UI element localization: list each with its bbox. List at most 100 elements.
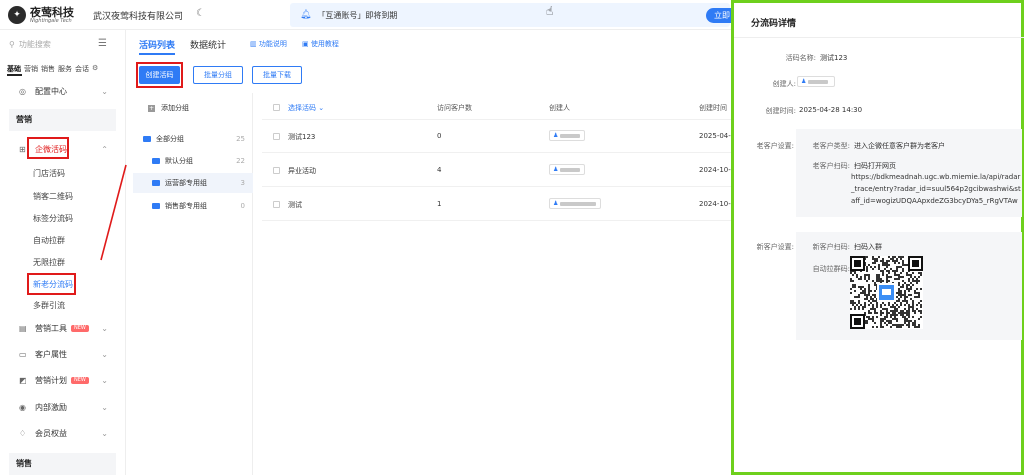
sidebar-item-label: 营销计划 xyxy=(35,375,67,385)
category-service[interactable]: 服务 xyxy=(58,64,72,74)
chevron-down-icon: ⌄ xyxy=(101,86,108,96)
menu-icon[interactable]: ☰ xyxy=(98,38,107,49)
divider xyxy=(262,119,732,120)
code-name[interactable]: 测试 xyxy=(288,200,302,210)
old-scan-value: 扫码打开网页 xyxy=(854,162,896,170)
tutorial-label: 使用教程 xyxy=(310,40,339,48)
old-type-value: 进入企微任意客户群为老客户 xyxy=(854,142,945,150)
visit-count: 4 xyxy=(437,166,442,174)
award-icon: ◉ xyxy=(19,402,26,412)
qr-pattern xyxy=(850,256,923,329)
old-scan-label: 老客户扫码: xyxy=(812,162,850,170)
sidebar-item-config-center[interactable]: ◎ 配置中心 ⌄ xyxy=(0,82,118,100)
annotation-arrow xyxy=(100,164,127,261)
created-time: 2025-04-2 xyxy=(699,132,736,140)
chevron-down-icon: ⌄ xyxy=(101,375,108,385)
batch-group-button[interactable]: 批量分组 xyxy=(193,66,243,84)
old-url[interactable]: https://bdkmeadnah.ugc.wb.miemie.la/api/… xyxy=(851,171,1021,207)
tutorial-link[interactable]: ▣ 使用教程 xyxy=(302,39,339,49)
column-header-select[interactable]: 选择活码 ⌄ xyxy=(288,103,324,113)
visit-count: 0 xyxy=(437,132,442,140)
group-item[interactable]: 运营部专用组 3 xyxy=(133,173,253,193)
company-name[interactable]: 武汉夜莺科技有限公司 xyxy=(93,9,183,22)
chart-icon: ◩ xyxy=(19,375,27,385)
tools-icon: ▤ xyxy=(19,323,27,333)
group-count: 22 xyxy=(236,157,245,165)
feature-guide-link[interactable]: ▥ 功能说明 xyxy=(250,39,287,49)
group-name: 运营部专用组 xyxy=(165,179,207,187)
add-group-button[interactable]: + 添加分组 xyxy=(133,98,253,118)
person-icon: ♟ xyxy=(553,200,559,207)
search-placeholder: 功能搜索 xyxy=(18,40,51,49)
sidebar-item-member-rights[interactable]: ♢ 会员权益 ⌄ xyxy=(0,424,118,442)
logo-text: 夜莺科技 xyxy=(30,5,74,19)
new-scan-label: 新客户扫码: xyxy=(812,243,850,251)
expiry-notice: 🔔︎ 「互通账号」即将到期 xyxy=(290,3,730,27)
category-sales[interactable]: 销售 xyxy=(41,64,55,74)
sidebar-item-label: 客户属性 xyxy=(35,349,67,359)
group-name: 全部分组 xyxy=(156,135,184,143)
redacted-name xyxy=(808,79,829,84)
tab-statistics[interactable]: 数据统计 xyxy=(190,38,226,51)
redacted-name xyxy=(560,167,581,172)
group-name: 销售部专用组 xyxy=(165,202,207,210)
sidebar-item-marketing-plan[interactable]: ◩ 营销计划 NEW ⌄ xyxy=(0,371,118,389)
person-icon: ♟ xyxy=(553,166,559,173)
chevron-down-icon: ⌄ xyxy=(101,349,108,359)
group-item[interactable]: 销售部专用组 0 xyxy=(133,196,253,216)
highlight-new-old-split xyxy=(27,273,76,295)
code-name[interactable]: 异业活动 xyxy=(288,166,316,176)
batch-download-button[interactable]: 批量下载 xyxy=(252,66,302,84)
sidebar-item-internal-incentive[interactable]: ◉ 内部激励 ⌄ xyxy=(0,398,118,416)
qr-code[interactable] xyxy=(850,256,923,329)
sidebar-sub-auto-group[interactable]: 自动拉群 xyxy=(33,235,65,246)
sidebar-item-marketing-tools[interactable]: ▤ 营销工具 NEW ⌄ xyxy=(0,319,118,337)
theme-toggle-icon[interactable]: ☾ xyxy=(196,8,205,19)
sidebar-item-label: 内部激励 xyxy=(35,402,67,412)
logo[interactable]: ✦ 夜莺科技 Nightingale Tech xyxy=(8,6,74,24)
redacted-name xyxy=(560,201,597,206)
row-checkbox[interactable] xyxy=(273,201,280,208)
column-header-label: 选择活码 xyxy=(288,104,316,112)
select-all-checkbox[interactable] xyxy=(273,104,280,111)
creator-chip: ♟ xyxy=(549,198,601,209)
hand-cursor-icon: ☝ xyxy=(546,4,554,18)
sidebar-sub-tag-split[interactable]: 标签分流码 xyxy=(33,213,73,224)
category-marketing[interactable]: 营销 xyxy=(24,64,38,74)
group-item[interactable]: 默认分组 22 xyxy=(133,151,253,171)
add-group-label: 添加分组 xyxy=(161,104,189,112)
row-checkbox[interactable] xyxy=(273,167,280,174)
function-search[interactable]: ⚲ 功能搜索 xyxy=(9,39,51,50)
sidebar-sub-multi-group[interactable]: 多群引流 xyxy=(33,300,65,311)
folder-icon xyxy=(152,203,160,209)
category-tabs: 基础 营销 销售 服务 会话 ⚙ xyxy=(7,64,98,74)
person-icon: ♟ xyxy=(553,132,559,139)
code-name[interactable]: 测试123 xyxy=(288,132,315,142)
category-underline xyxy=(7,74,22,76)
category-session[interactable]: 会话 xyxy=(75,64,89,74)
sidebar-sub-unlimited-group[interactable]: 无限拉群 xyxy=(33,257,65,268)
plus-icon: + xyxy=(148,104,155,112)
sidebar-sub-store-code[interactable]: 门店活码 xyxy=(33,168,65,179)
category-basic[interactable]: 基础 xyxy=(7,64,21,74)
folder-icon xyxy=(152,158,160,164)
time-label: 创建时间: xyxy=(765,107,796,115)
book-icon: ▥ xyxy=(250,40,259,48)
highlight-create-button xyxy=(136,62,183,88)
settings-icon[interactable]: ⚙ xyxy=(92,64,98,74)
annotation-arrow-top xyxy=(0,0,1,1)
column-header-creator: 创建人 xyxy=(549,104,570,112)
group-item[interactable]: 全部分组 25 xyxy=(133,129,253,149)
row-checkbox[interactable] xyxy=(273,133,280,140)
old-type-label: 老客户类型: xyxy=(812,142,850,150)
tab-code-list[interactable]: 活码列表 xyxy=(139,38,175,51)
visit-count: 1 xyxy=(437,200,442,208)
bird-logo-icon: ✦ xyxy=(8,6,26,24)
sidebar-sub-sales-qr[interactable]: 销客二维码 xyxy=(33,191,73,202)
group-count: 0 xyxy=(240,202,245,210)
sidebar-item-customer-attr[interactable]: ▭ 客户属性 ⌄ xyxy=(0,345,118,363)
chevron-down-icon: ⌄ xyxy=(101,323,108,333)
divider xyxy=(262,220,732,221)
column-header-visits: 访问客户数 xyxy=(437,104,472,112)
created-time: 2024-10-1 xyxy=(699,166,736,174)
